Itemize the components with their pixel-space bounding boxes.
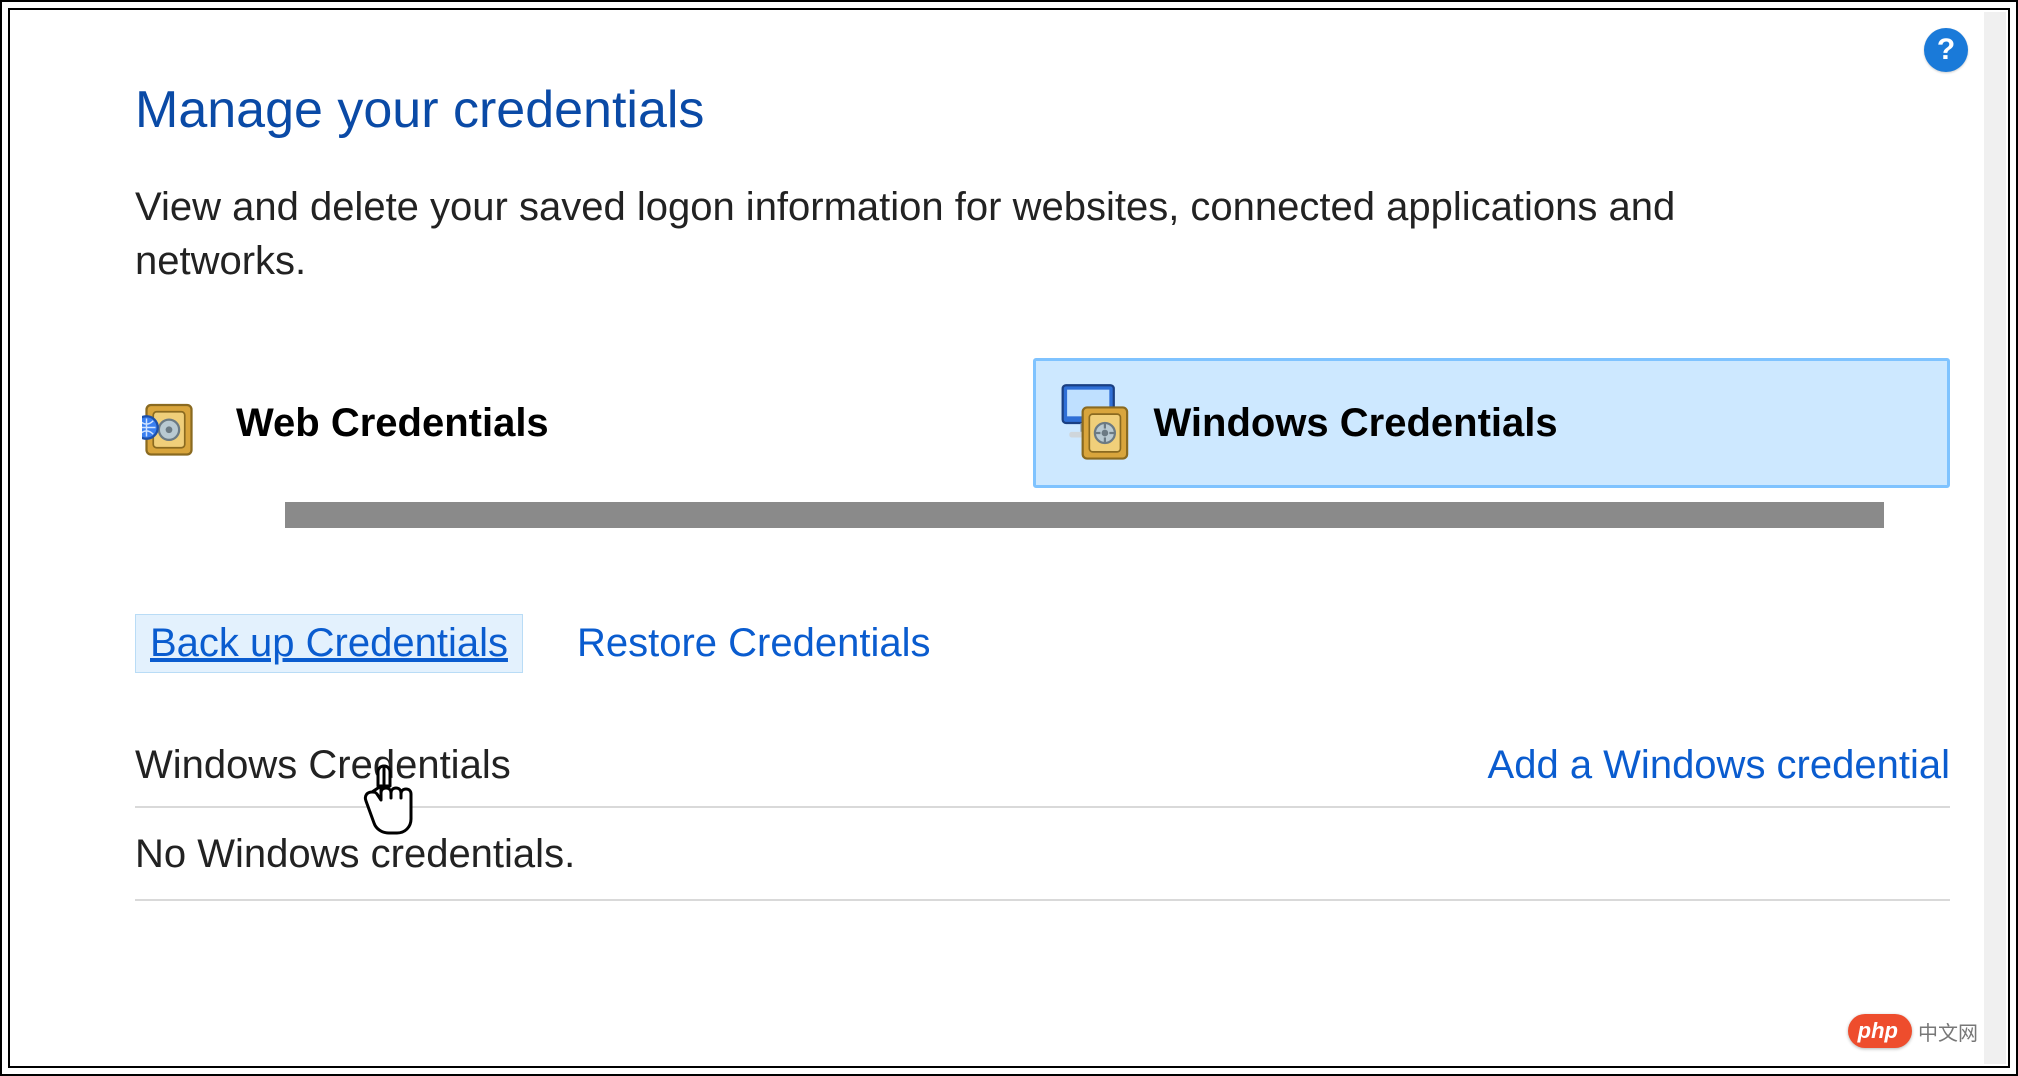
page-title: Manage your credentials	[135, 80, 1948, 140]
watermark-badge: php	[1848, 1014, 1912, 1048]
credential-action-links: Back up Credentials Restore Credentials	[135, 614, 1948, 673]
section-heading: Windows Credentials	[135, 743, 511, 788]
help-button[interactable]: ?	[1924, 28, 1968, 72]
tab-underline-fill	[285, 502, 1884, 528]
vertical-scrollbar[interactable]	[1984, 12, 2006, 1064]
backup-credentials-link[interactable]: Back up Credentials	[135, 614, 523, 673]
no-credentials-message: No Windows credentials.	[135, 808, 1950, 901]
page-subtitle: View and delete your saved logon informa…	[135, 180, 1835, 288]
web-vault-icon	[138, 383, 218, 463]
help-icon: ?	[1937, 33, 1955, 67]
watermark-suffix: 中文网	[1918, 1017, 1978, 1046]
credential-type-tabs: Web Credentials	[135, 358, 1950, 488]
tab-web-label: Web Credentials	[236, 401, 549, 446]
tab-windows-credentials[interactable]: Windows Credentials	[1033, 358, 1951, 488]
tab-web-credentials[interactable]: Web Credentials	[135, 358, 1033, 488]
restore-credentials-link[interactable]: Restore Credentials	[563, 615, 945, 672]
watermark: php 中文网	[1848, 1014, 1978, 1048]
window-frame: ? Manage your credentials View and delet…	[0, 0, 2018, 1076]
tab-underline-track	[135, 492, 1950, 536]
windows-credentials-section-header: Windows Credentials Add a Windows creden…	[135, 743, 1950, 808]
windows-vault-icon	[1056, 383, 1136, 463]
add-windows-credential-link[interactable]: Add a Windows credential	[1488, 743, 1950, 788]
content-frame: ? Manage your credentials View and delet…	[8, 8, 2010, 1068]
main-content: Manage your credentials View and delete …	[135, 80, 1948, 901]
tab-windows-label: Windows Credentials	[1154, 401, 1558, 446]
watermark-brand: php	[1858, 1018, 1898, 1044]
